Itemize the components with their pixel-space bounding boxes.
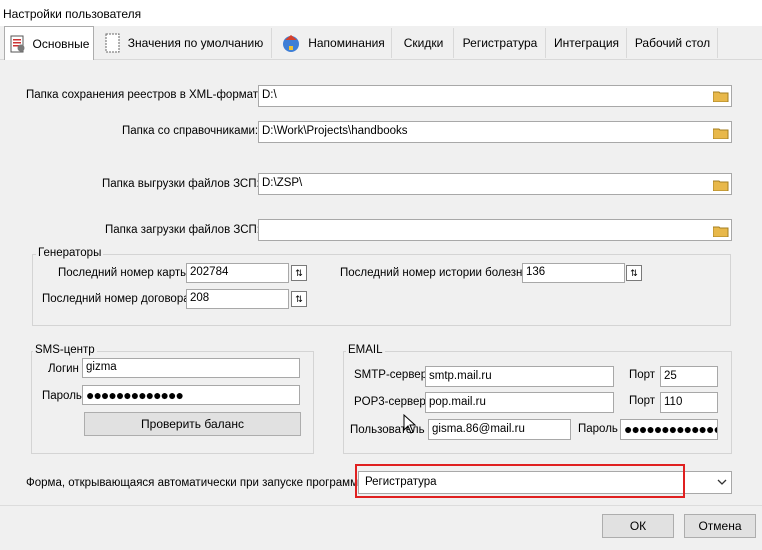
pop3-label: POP3-сервер	[354, 396, 426, 408]
zsp-import-folder-input[interactable]	[258, 219, 732, 241]
tab-registry-label: Регистратура	[462, 36, 538, 50]
sms-login-input[interactable]: gizma	[82, 358, 300, 378]
xml-folder-label: Папка сохранения реестров в XML-формате:	[26, 89, 268, 101]
folder-icon[interactable]	[713, 90, 729, 102]
contract-number-value: 208	[190, 292, 210, 304]
contract-number-input[interactable]: 208	[186, 289, 289, 309]
tab-panel-border	[0, 59, 762, 60]
ok-button-label: ОК	[629, 519, 647, 533]
folder-icon[interactable]	[713, 179, 729, 191]
sms-password-label: Пароль	[42, 390, 82, 402]
handbooks-folder-input[interactable]: D:\Work\Projects\handbooks	[258, 121, 732, 143]
tab-basic-label: Основные	[32, 36, 90, 51]
tab-integration[interactable]: Интеграция	[547, 28, 627, 58]
smtp-port-label: Порт	[629, 369, 656, 381]
tab-discounts-label: Скидки	[403, 36, 444, 50]
pop3-port-label: Порт	[629, 395, 656, 407]
history-number-label: Последний номер истории болезни	[340, 267, 529, 279]
tab-registry[interactable]: Регистратура	[455, 28, 546, 58]
check-balance-button[interactable]: Проверить баланс	[84, 412, 301, 436]
check-balance-label: Проверить баланс	[141, 417, 244, 431]
card-number-value: 202784	[190, 266, 229, 278]
mouse-cursor-icon	[403, 414, 417, 434]
sms-password-value: ●●●●●●●●●●●●●	[86, 387, 184, 403]
pop3-port-input[interactable]: 110	[660, 392, 718, 413]
xml-folder-input[interactable]: D:\	[258, 85, 732, 107]
handbooks-folder-value: D:\Work\Projects\handbooks	[262, 125, 408, 137]
email-user-value: gisma.86@mail.ru	[432, 423, 525, 435]
tab-reminders-label: Напоминания	[308, 36, 385, 50]
handbooks-folder-label: Папка со справочниками:	[122, 125, 259, 137]
smtp-value: smtp.mail.ru	[429, 370, 492, 382]
settings-document-icon	[10, 35, 25, 52]
card-number-label: Последний номер карты	[58, 267, 189, 279]
sms-login-value: gizma	[86, 361, 117, 373]
smtp-port-input[interactable]: 25	[660, 366, 718, 387]
tab-basic[interactable]: Основные	[4, 26, 94, 60]
xml-folder-value: D:\	[262, 89, 277, 101]
pop3-port-value: 110	[664, 396, 683, 408]
reminder-icon	[283, 35, 300, 52]
contract-number-label: Последний номер договора	[42, 293, 190, 305]
tab-desktop[interactable]: Рабочий стол	[628, 28, 718, 58]
zsp-export-folder-value: D:\ZSP\	[262, 177, 303, 189]
tab-reminders[interactable]: Напоминания	[274, 28, 392, 58]
email-title: EMAIL	[346, 344, 385, 356]
tab-defaults[interactable]: Значения по умолчанию	[96, 28, 272, 58]
cancel-button-label: Отмена	[698, 519, 742, 533]
window-title: Настройки пользователя	[3, 7, 142, 21]
generators-title: Генераторы	[36, 247, 104, 259]
history-number-input[interactable]: 136	[522, 263, 625, 283]
tab-integration-label: Интеграция	[553, 36, 620, 50]
zsp-import-folder-label: Папка загрузки файлов ЗСП:	[105, 224, 260, 236]
card-number-input[interactable]: 202784	[186, 263, 289, 283]
folder-icon[interactable]	[713, 127, 729, 139]
sms-login-label: Логин	[48, 363, 79, 375]
email-password-value: ●●●●●●●●●●●●●	[624, 421, 718, 437]
highlight-box	[355, 464, 685, 498]
history-number-value: 136	[526, 266, 546, 278]
contract-number-spinner[interactable]: ⇅	[291, 291, 307, 307]
cancel-button[interactable]: Отмена	[684, 514, 756, 538]
tab-desktop-label: Рабочий стол	[634, 36, 711, 50]
email-password-input[interactable]: ●●●●●●●●●●●●●	[620, 419, 718, 440]
sms-password-input[interactable]: ●●●●●●●●●●●●●	[82, 385, 300, 405]
tab-defaults-label: Значения по умолчанию	[127, 36, 264, 50]
pop3-value: pop.mail.ru	[429, 396, 486, 408]
card-number-spinner[interactable]: ⇅	[291, 265, 307, 281]
document-icon	[105, 33, 120, 53]
tab-discounts[interactable]: Скидки	[394, 28, 454, 58]
pop3-input[interactable]: pop.mail.ru	[425, 392, 614, 413]
email-user-input[interactable]: gisma.86@mail.ru	[428, 419, 571, 440]
chevron-down-icon[interactable]	[717, 479, 727, 486]
folder-icon[interactable]	[713, 225, 729, 237]
ok-button[interactable]: ОК	[602, 514, 674, 538]
history-number-spinner[interactable]: ⇅	[626, 265, 642, 281]
sms-title: SMS-центр	[33, 344, 97, 356]
smtp-input[interactable]: smtp.mail.ru	[425, 366, 614, 387]
email-password-label: Пароль	[578, 423, 618, 435]
zsp-export-folder-label: Папка выгрузки файлов ЗСП:	[102, 178, 260, 190]
smtp-port-value: 25	[664, 370, 677, 382]
smtp-label: SMTP-сервер	[354, 369, 428, 381]
zsp-export-folder-input[interactable]: D:\ZSP\	[258, 173, 732, 195]
startup-form-label: Форма, открывающаяся автоматически при з…	[26, 477, 370, 489]
window-title-bar: Настройки пользователя	[0, 0, 762, 26]
